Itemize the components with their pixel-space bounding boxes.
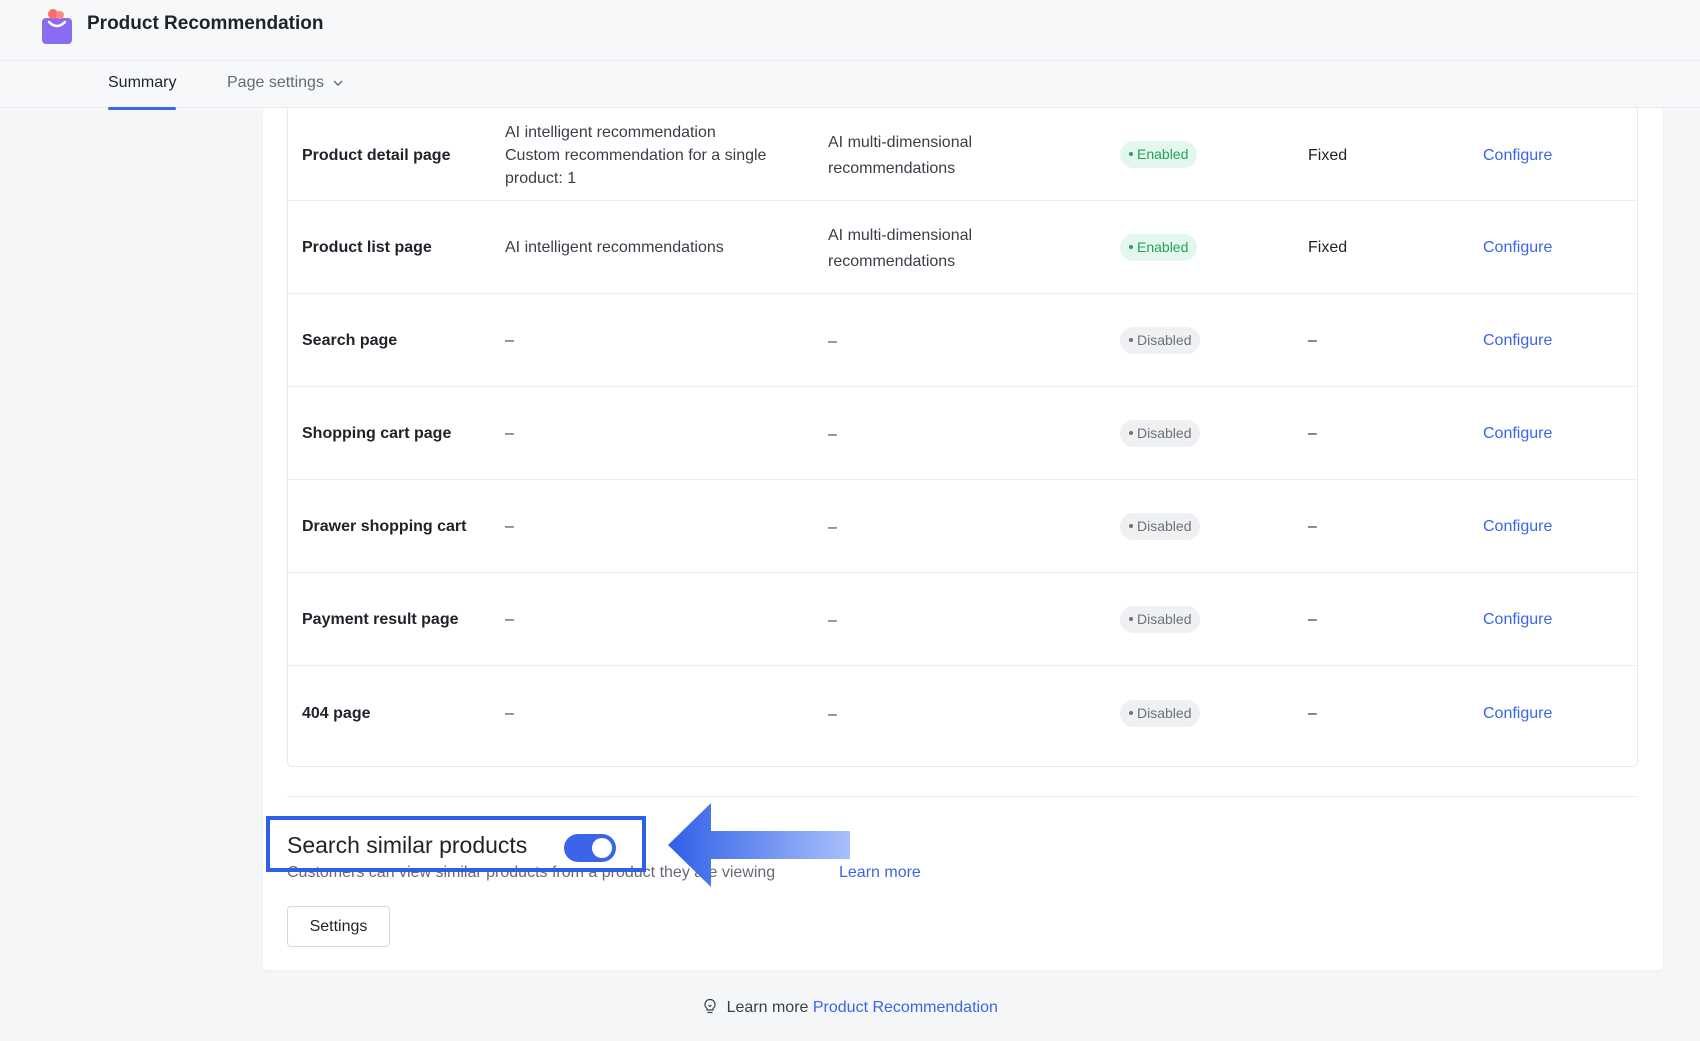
configure-link[interactable]: Configure (1483, 608, 1552, 631)
recommendation-cell: – (505, 332, 514, 349)
status-badge: Disabled (1120, 699, 1201, 727)
status-text: Enabled (1137, 145, 1189, 162)
position-cell: – (1308, 425, 1317, 442)
configure-link[interactable]: Configure (1483, 515, 1552, 538)
recommendation-cell: – (505, 611, 514, 628)
page-table: Product detail page AI intelligent recom… (287, 108, 1638, 767)
status-badge: Disabled (1120, 512, 1201, 540)
status-cell: Disabled (1120, 512, 1201, 540)
chevron-down-icon (333, 80, 343, 86)
algorithm-cell: AI multi-dimensional recommendations (828, 223, 1048, 275)
status-cell: Disabled (1120, 605, 1201, 633)
status-text: Enabled (1137, 238, 1189, 255)
recommendation-cell: AI intelligent recommendation Custom rec… (505, 121, 805, 190)
page-name: Drawer shopping cart (302, 518, 467, 535)
search-similar-toggle[interactable] (564, 834, 616, 862)
recommendation-cell: AI intelligent recommendations (505, 236, 805, 259)
tab-page-settings-label: Page settings (227, 74, 324, 91)
learn-more-link[interactable]: Learn more (839, 864, 921, 882)
status-text: Disabled (1137, 517, 1192, 534)
page-name: 404 page (302, 705, 371, 722)
table-row: Product detail page AI intelligent recom… (288, 108, 1637, 201)
recommendation-line: Custom recommendation for a single produ… (505, 147, 767, 187)
position-cell: – (1308, 611, 1317, 628)
shopping-bag-icon (42, 9, 72, 44)
top-bar: Product Recommendation (0, 0, 1700, 61)
status-cell: Enabled (1120, 140, 1198, 168)
app-title: Product Recommendation (87, 13, 324, 34)
configure-link[interactable]: Configure (1483, 702, 1552, 725)
position-cell: Fixed (1308, 147, 1348, 164)
configure-link[interactable]: Configure (1483, 329, 1552, 352)
table-row: Payment result page – – Disabled – Confi… (288, 573, 1637, 666)
status-badge: Disabled (1120, 419, 1201, 447)
algorithm-line: recommendations (828, 160, 956, 177)
table-row: Drawer shopping cart – – Disabled – Conf… (288, 480, 1637, 573)
status-cell: Disabled (1120, 419, 1201, 447)
algorithm-line: AI multi-dimensional (828, 227, 973, 244)
footer: Learn more Product Recommendation (0, 998, 1700, 1017)
status-badge: Disabled (1120, 326, 1201, 354)
annotation-arrow-icon (668, 803, 850, 887)
recommendation-line: AI intelligent recommendation (505, 124, 716, 141)
page-name: Product list page (302, 239, 432, 256)
algorithm-cell: – (828, 519, 837, 536)
status-badge: Disabled (1120, 605, 1201, 633)
algorithm-cell: AI multi-dimensional recommendations (828, 130, 1048, 182)
status-text: Disabled (1137, 424, 1192, 441)
summary-card: Product detail page AI intelligent recom… (263, 108, 1663, 970)
status-badge: Enabled (1120, 140, 1198, 168)
status-text: Disabled (1137, 610, 1192, 627)
status-text: Disabled (1137, 331, 1192, 348)
position-cell: – (1308, 332, 1317, 349)
page-name: Payment result page (302, 611, 459, 628)
table-row: 404 page – – Disabled – Configure (288, 666, 1637, 759)
table-row: Search page – – Disabled – Configure (288, 294, 1637, 387)
page-name: Product detail page (302, 147, 451, 164)
algorithm-line: AI multi-dimensional (828, 134, 973, 151)
lightbulb-icon (704, 998, 716, 1014)
position-cell: – (1308, 518, 1317, 535)
status-badge: Enabled (1120, 233, 1198, 261)
algorithm-cell: – (828, 706, 837, 723)
algorithm-cell: – (828, 333, 837, 350)
footer-prefix: Learn more (726, 999, 809, 1016)
settings-button[interactable]: Settings (287, 906, 390, 947)
algorithm-cell: – (828, 426, 837, 443)
toggle-knob (592, 838, 612, 858)
footer-product-link[interactable]: Product Recommendation (813, 999, 998, 1016)
status-cell: Disabled (1120, 326, 1201, 354)
section-divider (287, 796, 1638, 797)
algorithm-cell: – (828, 612, 837, 629)
position-cell: Fixed (1308, 239, 1348, 256)
table-row: Product list page AI intelligent recomme… (288, 201, 1637, 294)
recommendation-cell: – (505, 705, 514, 722)
page-name: Search page (302, 332, 398, 349)
tab-page-settings[interactable]: Page settings (227, 74, 344, 92)
table-row: Shopping cart page – – Disabled – Config… (288, 387, 1637, 480)
configure-link[interactable]: Configure (1483, 144, 1552, 167)
position-cell: – (1308, 705, 1317, 722)
recommendation-cell: – (505, 518, 514, 535)
recommendation-line: AI intelligent recommendations (505, 239, 724, 256)
page-name: Shopping cart page (302, 425, 452, 442)
status-text: Disabled (1137, 704, 1192, 721)
tab-summary[interactable]: Summary (108, 74, 177, 110)
feature-title: Search similar products (287, 832, 528, 858)
status-cell: Disabled (1120, 699, 1201, 727)
configure-link[interactable]: Configure (1483, 236, 1552, 259)
tab-bar: Summary Page settings (0, 61, 1700, 110)
recommendation-cell: – (505, 425, 514, 442)
status-cell: Enabled (1120, 233, 1198, 261)
algorithm-line: recommendations (828, 253, 956, 270)
configure-link[interactable]: Configure (1483, 422, 1552, 445)
